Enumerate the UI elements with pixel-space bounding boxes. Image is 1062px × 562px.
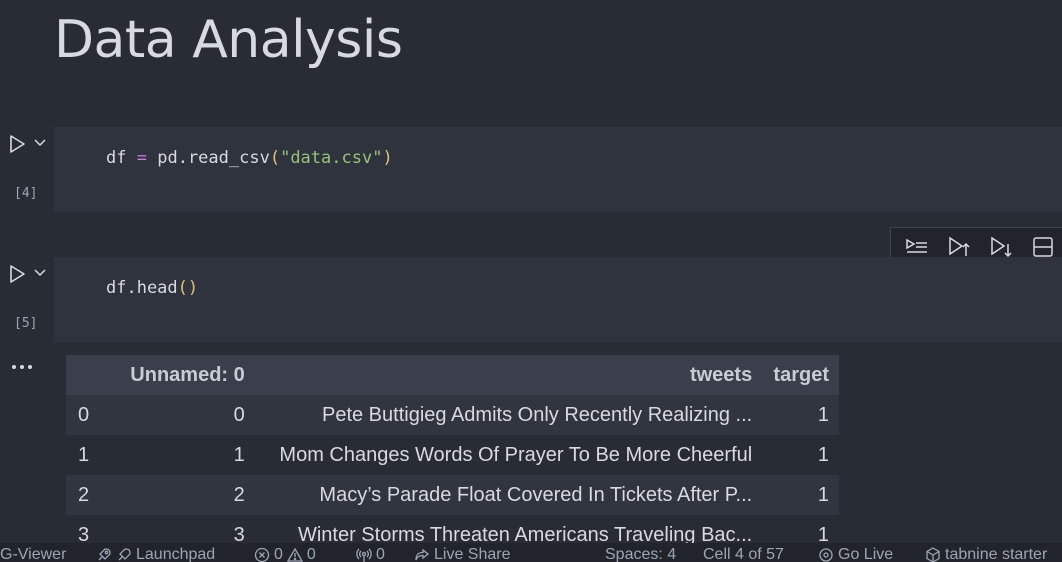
table-header-row: Unnamed: 0 tweets target: [66, 355, 839, 395]
code-editor[interactable]: df.head(): [54, 257, 1062, 342]
table-cell: Pete Buttigieg Admits Only Recently Real…: [254, 395, 763, 435]
table-row: 1 1 Mom Changes Words Of Prayer To Be Mo…: [66, 435, 839, 475]
status-bar: G-Viewer Launchpad 0 0 0 Live Share Spac…: [0, 543, 1062, 562]
warning-icon: [286, 547, 303, 562]
column-header: [66, 355, 121, 395]
code-token: (: [177, 278, 188, 298]
tabnine-icon: [925, 547, 941, 562]
chevron-down-icon[interactable]: [33, 267, 47, 279]
spaces-label: Spaces: 4: [605, 546, 677, 562]
live-share-icon: [414, 547, 430, 562]
error-count: 0: [274, 546, 283, 562]
run-cell-icon[interactable]: [6, 133, 28, 155]
table-row: 0 0 Pete Buttigieg Admits Only Recently …: [66, 395, 839, 435]
ports-count: 0: [376, 546, 385, 562]
statusbar-problems[interactable]: 0 0: [254, 546, 316, 562]
code-token: ): [382, 148, 393, 168]
statusbar-launchpad-label: Launchpad: [136, 546, 216, 562]
row-index: 0: [66, 395, 121, 435]
tweet-text: Pete Buttigieg Admits Only Recently Real…: [321, 403, 753, 426]
column-header: tweets: [254, 355, 763, 395]
cell-position-label: Cell 4 of 57: [703, 546, 784, 562]
code-token: df.head: [106, 278, 178, 298]
broadcast-icon: [356, 547, 372, 562]
statusbar-launchpad[interactable]: Launchpad: [96, 546, 215, 562]
go-live-label: Go Live: [838, 546, 894, 562]
table-cell: 1: [120, 435, 255, 475]
code-line: df.head(): [106, 278, 198, 298]
statusbar-cell-position[interactable]: Cell 4 of 57: [703, 546, 784, 562]
row-index: 1: [66, 435, 121, 475]
table-cell: 2: [120, 475, 255, 515]
code-editor[interactable]: df = pd.read_csv("data.csv"): [54, 127, 1062, 212]
execution-count: [5]: [14, 316, 38, 331]
table-cell: 1: [762, 475, 839, 515]
code-token: pd.read_csv: [157, 148, 270, 168]
statusbar-go-live[interactable]: Go Live: [818, 546, 893, 562]
table-cell: 1: [762, 395, 839, 435]
statusbar-viewer-label: G-Viewer: [0, 546, 67, 562]
broadcast-icon: [818, 547, 834, 562]
statusbar-ports[interactable]: 0: [356, 546, 385, 562]
row-index: 2: [66, 475, 121, 515]
execution-count: [4]: [14, 186, 38, 201]
rocket-icon: [116, 547, 132, 562]
code-token: "data.csv": [280, 148, 383, 168]
tweet-text: Macy’s Parade Float Covered In Tickets A…: [319, 483, 753, 506]
tweet-text: Mom Changes Words Of Prayer To Be More C…: [279, 443, 753, 466]
chevron-down-icon[interactable]: [33, 137, 47, 149]
code-line: df = pd.read_csv("data.csv"): [106, 148, 393, 168]
statusbar-spaces[interactable]: Spaces: 4: [605, 546, 676, 562]
run-cell-icon[interactable]: [6, 263, 28, 285]
live-share-label: Live Share: [434, 546, 511, 562]
rocket-icon: [96, 547, 112, 562]
tabnine-label: tabnine starter: [945, 546, 1048, 562]
markdown-heading: Data Analysis: [54, 10, 403, 70]
statusbar-tabnine[interactable]: tabnine starter: [925, 546, 1047, 562]
code-cell-1[interactable]: [4] df = pd.read_csv("data.csv"): [0, 127, 1062, 212]
statusbar-viewer[interactable]: G-Viewer: [0, 546, 66, 562]
warning-count: 0: [306, 546, 316, 562]
error-icon: [254, 547, 270, 562]
output-more-icon[interactable]: [10, 360, 34, 374]
table-cell: 0: [120, 395, 255, 435]
table-cell: 1: [762, 435, 839, 475]
code-token: ): [187, 278, 199, 298]
statusbar-live-share[interactable]: Live Share: [414, 546, 511, 562]
column-header: target: [762, 355, 839, 395]
code-cell-2[interactable]: [5] df.head(): [0, 257, 1062, 342]
code-token: df: [106, 148, 127, 168]
column-header: Unnamed: 0: [120, 355, 255, 395]
table-row: 2 2 Macy’s Parade Float Covered In Ticke…: [66, 475, 839, 515]
dataframe-output-table: Unnamed: 0 tweets target 0 0 Pete Buttig…: [66, 355, 839, 555]
table-cell: Macy’s Parade Float Covered In Tickets A…: [254, 475, 763, 515]
code-token: (: [269, 148, 281, 168]
code-token: =: [136, 148, 147, 168]
table-cell: Mom Changes Words Of Prayer To Be More C…: [254, 435, 763, 475]
